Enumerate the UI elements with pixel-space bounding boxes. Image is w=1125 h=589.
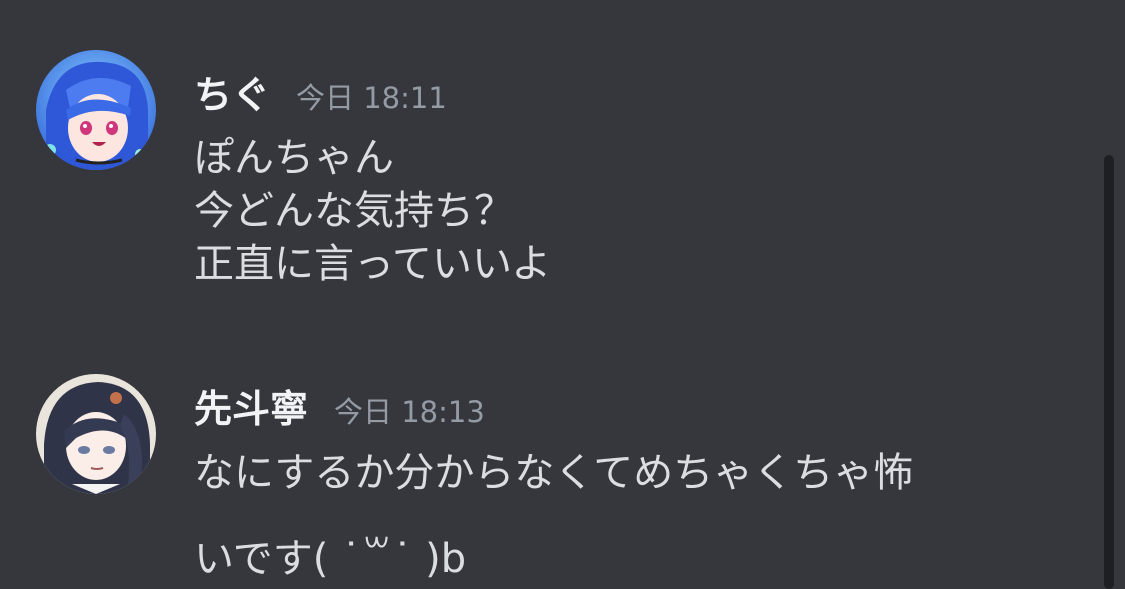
timestamp: 今日 18:13 xyxy=(334,395,485,429)
author-name[interactable]: ちぐ xyxy=(194,64,270,119)
message-line: 正直に言っていいよ xyxy=(194,241,552,287)
avatar-ponto-nei[interactable] xyxy=(36,374,156,494)
message-content: ぽんちゃん 今どんな気持ち？ 正直に言っていいよ xyxy=(194,132,551,291)
message-line: なにするか分からなくてめちゃくちゃ怖 xyxy=(194,450,914,496)
avatar-chigu-icon xyxy=(36,50,156,170)
avatar-chigu[interactable] xyxy=(36,50,156,170)
timestamp: 今日 18:11 xyxy=(296,81,447,115)
message-line: いです( ˙꒳˙ )b xyxy=(194,536,467,582)
scrollbar[interactable] xyxy=(1104,155,1114,589)
message-header: ちぐ 今日 18:11 xyxy=(194,64,447,119)
chat-messages: ちぐ 今日 18:11 ぽんちゃん 今どんな気持ち？ 正直に言っていいよ 先斗寧… xyxy=(0,0,1125,589)
message-content: なにするか分からなくてめちゃくちゃ怖 いです( ˙꒳˙ )b xyxy=(194,430,913,589)
message-line: ぽんちゃん xyxy=(194,135,394,181)
avatar-ponto-nei-icon xyxy=(36,374,156,494)
author-name[interactable]: 先斗寧 xyxy=(194,378,308,433)
message-header: 先斗寧 今日 18:13 xyxy=(194,378,485,433)
message-line: 今どんな気持ち？ xyxy=(194,188,514,234)
